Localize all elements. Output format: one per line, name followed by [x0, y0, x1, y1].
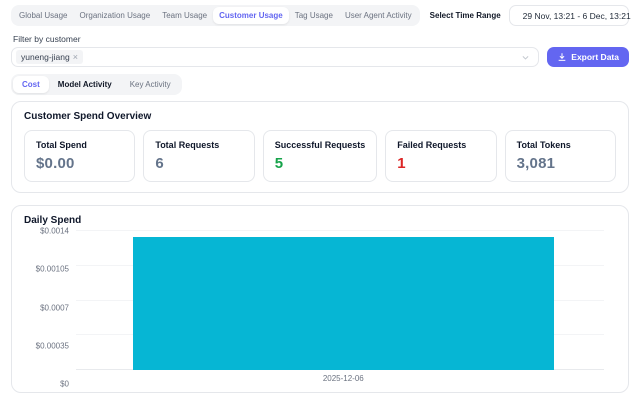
- chart-x-axis: 2025-12-06: [76, 370, 616, 384]
- daily-spend-bar[interactable]: [133, 237, 554, 370]
- filter-row: yuneng-jiang × Export Data: [11, 47, 629, 67]
- subtab-row: Cost Model Activity Key Activity: [11, 74, 629, 95]
- tab-customer-usage[interactable]: Customer Usage: [213, 7, 289, 24]
- chart-x-label: 2025-12-06: [133, 374, 554, 383]
- metrics-row: Total Spend $0.00 Total Requests 6 Succe…: [24, 130, 616, 182]
- daily-spend-card: Daily Spend $0 $0.00035 $0.0007 $0.00105 $0.…: [11, 205, 629, 393]
- view-subtabs: Cost Model Activity Key Activity: [11, 74, 182, 95]
- chart-plot-area: [76, 231, 616, 370]
- overview-title: Customer Spend Overview: [24, 111, 616, 122]
- daily-spend-chart: $0$0.00035$0.0007$0.00105$0.0014 2025-12…: [24, 231, 616, 384]
- usage-dashboard: Global Usage Organization Usage Team Usa…: [0, 0, 640, 402]
- metric-label: Total Spend: [36, 140, 123, 150]
- export-data-label: Export Data: [571, 52, 619, 62]
- chart-title: Daily Spend: [24, 215, 616, 226]
- header-row: Global Usage Organization Usage Team Usa…: [11, 5, 629, 26]
- customer-tag-label: yuneng-jiang: [21, 52, 70, 62]
- subtab-key-activity[interactable]: Key Activity: [121, 76, 180, 93]
- chart-y-axis: $0$0.00035$0.0007$0.00105$0.0014: [24, 231, 76, 384]
- metric-value: 6: [155, 155, 242, 172]
- tab-team-usage[interactable]: Team Usage: [156, 7, 213, 24]
- y-tick-label: $0.00105: [36, 265, 69, 274]
- tab-tag-usage[interactable]: Tag Usage: [289, 7, 339, 24]
- remove-tag-icon[interactable]: ×: [73, 53, 78, 62]
- gridline: [76, 230, 604, 231]
- tab-global-usage[interactable]: Global Usage: [13, 7, 73, 24]
- metric-total-spend: Total Spend $0.00: [24, 130, 135, 182]
- customer-select[interactable]: yuneng-jiang ×: [11, 47, 539, 67]
- tab-user-agent-activity[interactable]: User Agent Activity: [339, 7, 418, 24]
- metric-label: Total Tokens: [517, 140, 604, 150]
- y-tick-label: $0.0014: [40, 227, 69, 236]
- metric-value: 5: [275, 155, 366, 172]
- tab-organization-usage[interactable]: Organization Usage: [73, 7, 156, 24]
- y-tick-label: $0.00035: [36, 341, 69, 350]
- usage-tabs: Global Usage Organization Usage Team Usa…: [11, 5, 420, 26]
- metric-label: Total Requests: [155, 140, 242, 150]
- metric-value: $0.00: [36, 155, 123, 172]
- export-data-button[interactable]: Export Data: [547, 47, 629, 67]
- metric-label: Successful Requests: [275, 140, 366, 150]
- time-range-value: 29 Nov, 13:21 - 6 Dec, 13:21: [523, 11, 631, 21]
- y-tick-label: $0.0007: [40, 303, 69, 312]
- metric-value: 1: [397, 155, 484, 172]
- metric-total-tokens: Total Tokens 3,081: [505, 130, 616, 182]
- time-range-picker[interactable]: 29 Nov, 13:21 - 6 Dec, 13:21: [509, 5, 629, 26]
- metric-label: Failed Requests: [397, 140, 484, 150]
- customer-tag: yuneng-jiang ×: [16, 50, 83, 64]
- customer-spend-overview-card: Customer Spend Overview Total Spend $0.0…: [11, 101, 629, 193]
- y-tick-label: $0: [60, 380, 69, 389]
- download-icon: [557, 52, 567, 62]
- filter-by-customer-label: Filter by customer: [13, 34, 629, 44]
- metric-failed-requests: Failed Requests 1: [385, 130, 496, 182]
- subtab-cost[interactable]: Cost: [13, 76, 49, 93]
- chevron-down-icon: [521, 53, 530, 62]
- metric-total-requests: Total Requests 6: [143, 130, 254, 182]
- time-range-label: Select Time Range: [430, 11, 501, 20]
- metric-successful-requests: Successful Requests 5: [263, 130, 378, 182]
- subtab-model-activity[interactable]: Model Activity: [49, 76, 121, 93]
- metric-value: 3,081: [517, 155, 604, 172]
